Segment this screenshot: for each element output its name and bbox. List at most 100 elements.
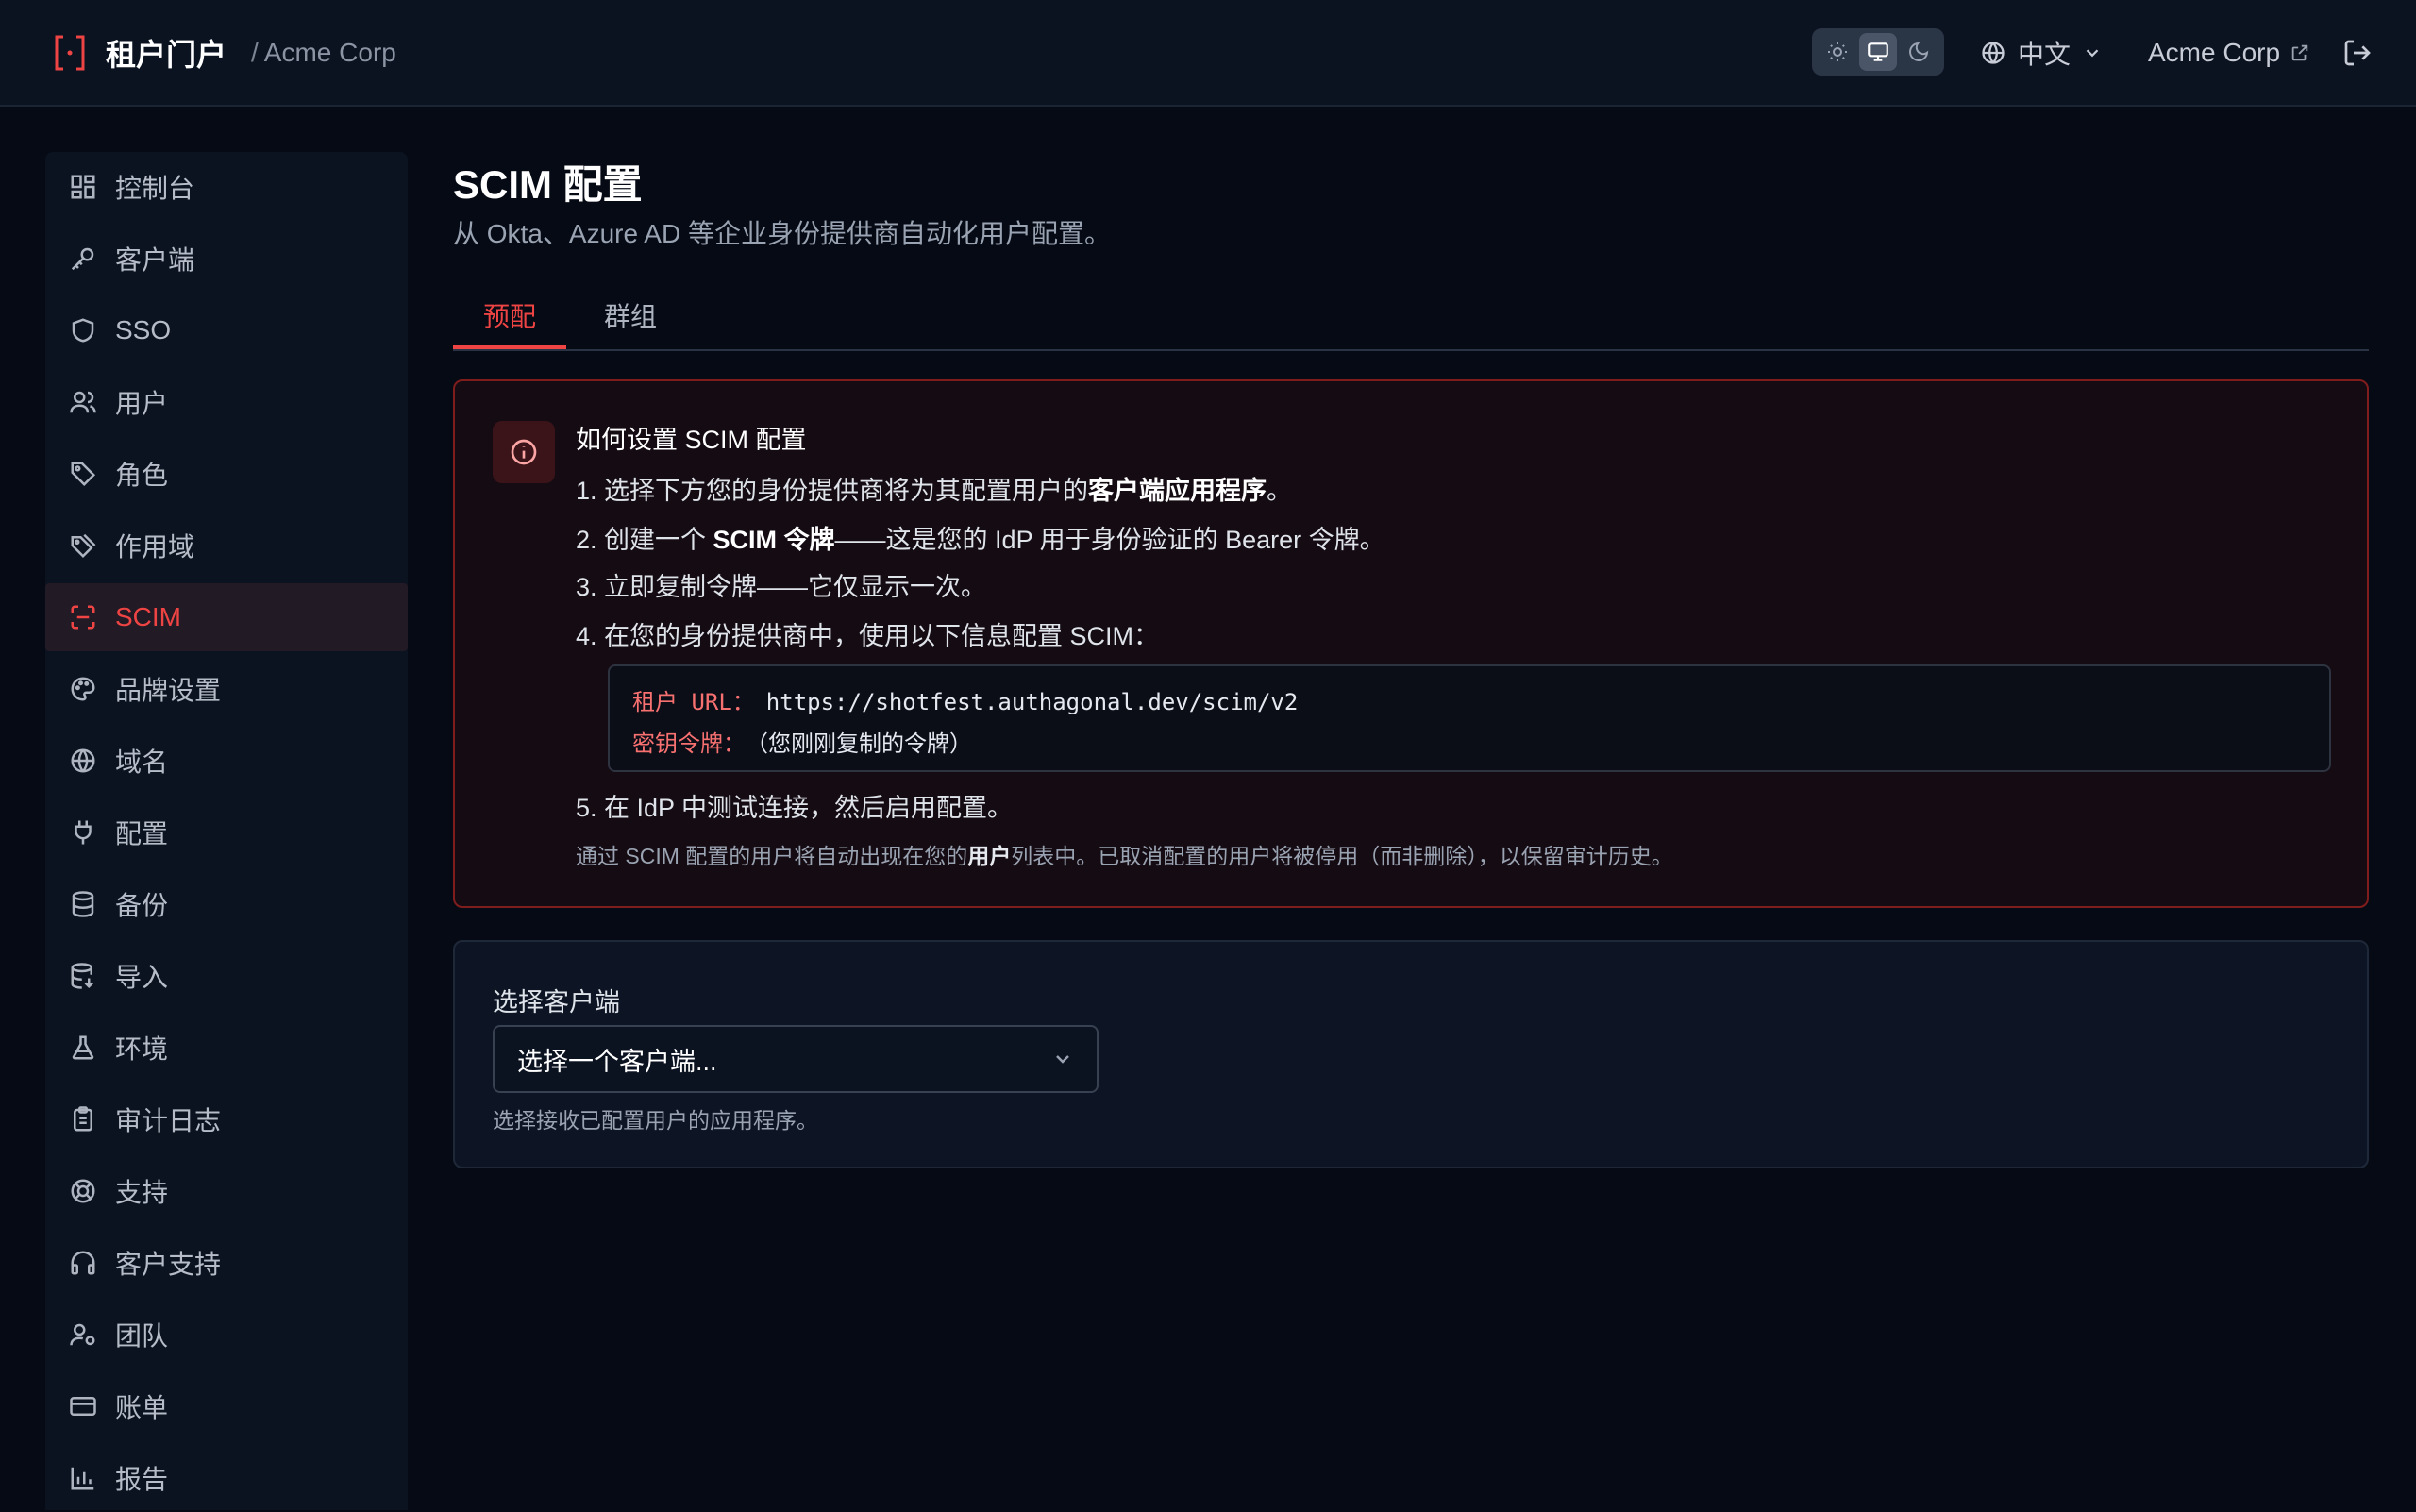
secret-token-line: 密钥令牌： （您刚刚复制的令牌）	[632, 725, 972, 758]
bar-chart-icon	[68, 1463, 98, 1493]
scan-icon	[68, 602, 98, 632]
step-4: 4. 在您的身份提供商中，使用以下信息配置 SCIM：	[576, 622, 1160, 650]
sidebar-item-scopes[interactable]: 作用域	[45, 512, 408, 580]
sidebar-item-label: 团队	[115, 1321, 169, 1351]
key-icon	[68, 244, 98, 274]
sidebar-item-support[interactable]: 支持	[45, 1157, 408, 1225]
sidebar-item-label: 客户支持	[115, 1250, 222, 1279]
client-select-help: 选择接收已配置用户的应用程序。	[493, 1108, 818, 1133]
sidebar-item-audit-log[interactable]: 审计日志	[45, 1085, 408, 1153]
sidebar-item-label: 报告	[115, 1465, 169, 1494]
globe-icon	[1982, 42, 2005, 64]
sidebar-item-label: 配置	[115, 819, 169, 848]
sidebar-item-label: 用户	[115, 389, 169, 418]
client-select-card: 选择客户端 选择一个客户端... 选择接收已配置用户的应用程序。	[453, 940, 2369, 1168]
sidebar-item-label: 角色	[115, 461, 169, 490]
step-2-text: 2. 创建一个	[576, 526, 713, 554]
database-icon	[68, 889, 98, 919]
sun-icon	[1828, 42, 1848, 61]
client-select-value: 选择一个客户端...	[517, 1047, 717, 1076]
tab-bar: 预配 群组	[453, 283, 2369, 351]
sidebar-item-reports[interactable]: 报告	[45, 1444, 408, 1512]
note-text: 通过 SCIM 配置的用户将自动出现在您的	[576, 844, 968, 868]
step-1-text: 1. 选择下方您的身份提供商将为其配置用户的	[576, 477, 1089, 505]
headphones-icon	[68, 1248, 98, 1278]
note-end: 列表中。已取消配置的用户将被停用（而非删除），以保留审计历史。	[1011, 844, 1673, 868]
tenant-url-line: 租户 URL： https://shotfest.authagonal.dev/s…	[632, 683, 1298, 716]
moon-icon	[1908, 42, 1928, 61]
dark-theme-button[interactable]	[1900, 33, 1938, 71]
external-link-icon	[2291, 44, 2308, 61]
dashboard-icon	[68, 172, 98, 202]
sidebar-item-label: 支持	[115, 1178, 169, 1207]
tags-icon	[68, 530, 98, 561]
step-2-end: ——这是您的 IdP 用于身份验证的 Bearer 令牌。	[834, 526, 1385, 554]
shield-icon	[68, 315, 98, 345]
globe-icon	[68, 746, 98, 776]
account-name: Acme Corp	[2148, 38, 2281, 67]
scim-setup-info: 如何设置 SCIM 配置 1. 选择下方您的身份提供商将为其配置用户的客户端应用…	[453, 379, 2369, 908]
info-icon	[493, 421, 555, 483]
sidebar-item-import[interactable]: 导入	[45, 942, 408, 1010]
tab-groups[interactable]: 群组	[574, 296, 687, 349]
scim-config-code-block: 租户 URL： https://shotfest.authagonal.dev/s…	[608, 664, 2331, 772]
logo-icon	[51, 34, 89, 72]
sidebar-item-customer-support[interactable]: 客户支持	[45, 1229, 408, 1297]
breadcrumb-separator: /	[251, 37, 259, 67]
account-link[interactable]: Acme Corp	[2148, 32, 2310, 74]
plug-icon	[68, 817, 98, 848]
brand[interactable]: 租户门户 / Acme Corp	[51, 31, 396, 75]
user-cog-icon	[68, 1319, 98, 1350]
sidebar-item-scim[interactable]: SCIM	[45, 583, 408, 651]
lifebuoy-icon	[68, 1176, 98, 1206]
palette-icon	[68, 674, 98, 704]
step-2: 2. 创建一个 SCIM 令牌——这是您的 IdP 用于身份验证的 Bearer…	[576, 519, 1385, 556]
flask-icon	[68, 1033, 98, 1063]
sidebar-item-sso[interactable]: SSO	[45, 296, 408, 364]
sidebar-item-config[interactable]: 配置	[45, 798, 408, 866]
sidebar-item-team[interactable]: 团队	[45, 1301, 408, 1369]
tag-icon	[68, 459, 98, 489]
sidebar-item-environment[interactable]: 环境	[45, 1014, 408, 1082]
sidebar-item-label: 环境	[115, 1034, 169, 1064]
sidebar-item-label: 备份	[115, 891, 169, 920]
tenant-url-label: 租户 URL：	[632, 689, 755, 715]
info-title: 如何设置 SCIM 配置	[576, 426, 807, 454]
system-theme-button[interactable]	[1858, 33, 1897, 71]
database-import-icon	[68, 961, 98, 991]
client-select[interactable]: 选择一个客户端...	[493, 1025, 1099, 1093]
light-theme-button[interactable]	[1819, 33, 1856, 71]
sidebar-item-label: 审计日志	[115, 1106, 222, 1135]
sidebar-item-dashboard[interactable]: 控制台	[45, 153, 408, 221]
page-title: SCIM 配置	[453, 162, 643, 207]
sidebar-item-domains[interactable]: 域名	[45, 727, 408, 795]
sidebar-item-roles[interactable]: 角色	[45, 440, 408, 508]
step-1-end: 。	[1267, 477, 1293, 505]
note-emphasis: 用户	[967, 844, 1012, 868]
secret-token-value: （您刚刚复制的令牌）	[757, 731, 972, 757]
sidebar-item-branding[interactable]: 品牌设置	[45, 655, 408, 723]
sidebar-item-label: SSO	[115, 315, 172, 344]
step-3: 3. 立即复制令牌——它仅显示一次。	[576, 573, 987, 601]
info-note: 通过 SCIM 配置的用户将自动出现在您的用户列表中。已取消配置的用户将被停用（…	[576, 838, 1673, 870]
language-selector[interactable]: 中文	[1980, 32, 2103, 74]
chevron-down-icon	[1056, 1055, 1069, 1064]
monitor-icon	[1868, 42, 1888, 61]
step-5: 5. 在 IdP 中测试连接，然后启用配置。	[576, 794, 1014, 822]
logout-button[interactable]	[2340, 36, 2374, 70]
app-title: 租户门户	[106, 37, 227, 72]
credit-card-icon	[68, 1391, 98, 1421]
client-select-label: 选择客户端	[493, 988, 620, 1016]
sidebar-item-users[interactable]: 用户	[45, 368, 408, 436]
sidebar-item-billing[interactable]: 账单	[45, 1372, 408, 1440]
sidebar-item-label: 域名	[115, 748, 169, 777]
sidebar-item-label: 客户端	[115, 245, 195, 275]
sidebar: 控制台 客户端 SSO 用户 角色 作用域 SCIM 品牌设置 域名 配置 备份	[45, 152, 408, 1510]
logout-icon	[2344, 40, 2371, 66]
chevron-down-icon	[2086, 49, 2099, 58]
sidebar-item-label: SCIM	[115, 602, 181, 631]
tab-provisioning[interactable]: 预配	[453, 296, 567, 349]
sidebar-item-clients[interactable]: 客户端	[45, 225, 408, 293]
clipboard-icon	[68, 1104, 98, 1134]
sidebar-item-backup[interactable]: 备份	[45, 870, 408, 938]
